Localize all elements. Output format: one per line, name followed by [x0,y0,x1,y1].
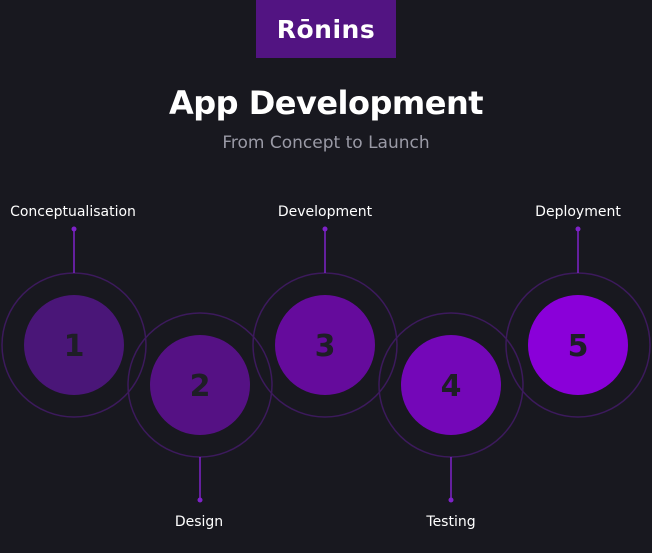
step-3: 3 Development [252,204,398,418]
step-2-connector-dot [197,497,203,503]
step-4-connector-dot [448,497,454,503]
process-diagram: 1 Conceptualisation 2 Design 3 Developme… [1,204,651,530]
infographic: Rōnins App Development From Concept to L… [0,0,652,553]
step-4-label: Testing [425,514,475,530]
step-5-connector-dot [575,226,581,232]
step-3-label: Development [278,204,373,220]
step-1-connector-dot [71,226,77,232]
step-1-label: Conceptualisation [10,204,136,220]
step-5-label: Deployment [535,204,621,220]
step-3-connector-dot [322,226,328,232]
step-5: 5 Deployment [505,204,651,418]
step-3-number: 3 [315,329,336,364]
step-5-number: 5 [568,329,589,364]
step-2-number: 2 [190,369,211,404]
step-4: 4 Testing [378,312,524,530]
step-2-label: Design [175,514,223,530]
step-2: 2 Design [127,312,273,530]
step-4-number: 4 [441,369,462,404]
step-1: 1 Conceptualisation [1,204,147,418]
step-1-number: 1 [64,329,85,364]
